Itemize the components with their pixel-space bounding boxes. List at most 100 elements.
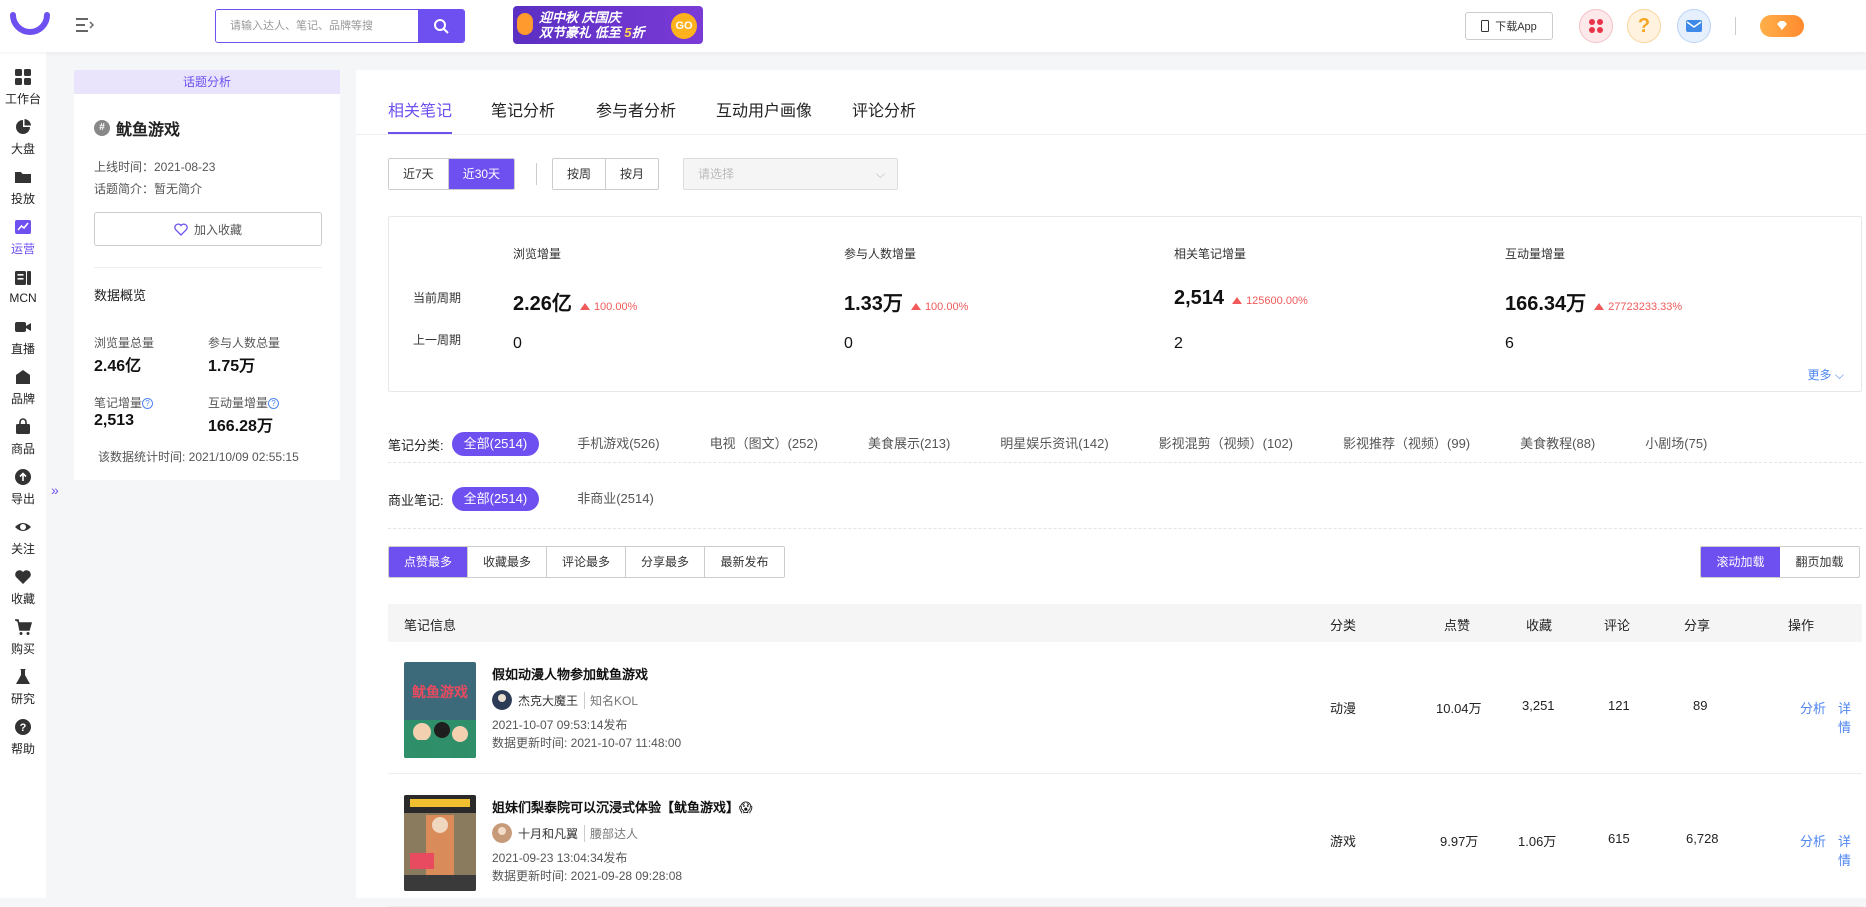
nav-item-live[interactable]: 直播 xyxy=(0,312,46,362)
kpi-current: 166.34万 27723233.33% xyxy=(1505,287,1682,316)
kpi-previous: 0 xyxy=(844,335,853,352)
add-favorite-button[interactable]: 加入收藏 xyxy=(94,212,322,246)
logo[interactable] xyxy=(9,9,51,43)
top-bar: 迎中秋 庆国庆 双节豪礼 低至 5折 GO 下载App ? xyxy=(0,0,1866,52)
nav-label: 运营 xyxy=(10,241,35,256)
nav-item-research[interactable]: 研究 xyxy=(0,662,46,712)
tab-user-portrait[interactable]: 互动用户画像 xyxy=(716,97,812,121)
up-arrow-icon xyxy=(1594,303,1605,310)
download-app-button[interactable]: 下载App xyxy=(1465,12,1553,40)
chevron-down-icon: ⌵ xyxy=(1834,368,1844,382)
period-month[interactable]: 按月 xyxy=(606,159,659,189)
category-chip[interactable]: 美食教程(88) xyxy=(1508,432,1607,456)
help-button[interactable]: ? xyxy=(1627,9,1661,43)
col-likes[interactable]: 点赞 xyxy=(1444,615,1470,634)
period-week[interactable]: 按周 xyxy=(553,159,607,189)
category-chip[interactable]: 电视（图文）(252) xyxy=(698,432,830,456)
avatar[interactable] xyxy=(492,823,512,843)
promo-banner[interactable]: 迎中秋 庆国庆 双节豪礼 低至 5折 GO xyxy=(513,6,703,44)
category-chip[interactable]: 小剧场(75) xyxy=(1633,432,1719,456)
nav-item-favorites[interactable]: 收藏 xyxy=(0,562,46,612)
analyze-link[interactable]: 分析 xyxy=(1800,831,1826,850)
author-name[interactable]: 十月和凡翼 xyxy=(518,825,578,842)
note-title[interactable]: 假如动漫人物参加鱿鱼游戏 xyxy=(492,664,648,683)
nav-item-help[interactable]: ? 帮助 xyxy=(0,712,46,762)
kpi-box: 当前周期 上一周期 浏览增量 2.26亿 100.00% 0 参与人数增量 1.3… xyxy=(388,216,1862,392)
kpi-value: 1.33万 xyxy=(844,293,903,315)
nav-item-delivery[interactable]: 投放 xyxy=(0,162,46,212)
analyze-link[interactable]: 分析 xyxy=(1800,698,1826,717)
nav-item-workbench[interactable]: 工作台 xyxy=(0,62,46,112)
cell-comments: 121 xyxy=(1608,698,1630,713)
category-chip[interactable]: 明星娱乐资讯(142) xyxy=(988,432,1120,456)
range-7d[interactable]: 近7天 xyxy=(389,159,449,189)
sort-most-shares[interactable]: 分享最多 xyxy=(626,547,705,577)
search-button[interactable] xyxy=(418,10,464,42)
kpi-current: 2.26亿 100.00% xyxy=(513,287,637,316)
col-comments[interactable]: 评论 xyxy=(1604,615,1630,634)
collapse-toggle-icon[interactable]: » xyxy=(51,482,65,508)
message-button[interactable] xyxy=(1677,9,1711,43)
category-chip[interactable]: 影视混剪（视频）(102) xyxy=(1147,432,1305,456)
category-chip[interactable]: 美食展示(213) xyxy=(856,432,962,456)
menu-toggle-icon[interactable] xyxy=(76,17,95,33)
vip-badge[interactable] xyxy=(1760,15,1804,37)
category-chip[interactable]: 影视推荐（视频）(99) xyxy=(1331,432,1482,456)
kpi-change: 125600.00% xyxy=(1246,295,1308,307)
table-row: 鱿鱼游戏 假如动漫人物参加鱿鱼游戏 杰克大魔王 知名KOL 2021-10-07… xyxy=(388,642,1862,774)
category-label: 笔记分类: xyxy=(388,437,444,453)
detail-link[interactable]: 详情 xyxy=(1838,698,1862,736)
category-chip[interactable]: 手机游戏(526) xyxy=(565,432,671,456)
col-shares[interactable]: 分享 xyxy=(1684,615,1710,634)
main-content: 相关笔记 笔记分析 参与者分析 互动用户画像 评论分析 近7天 近30天 按周 … xyxy=(356,70,1866,907)
question-icon[interactable]: ? xyxy=(268,398,280,409)
commercial-chip[interactable]: 全部(2514) xyxy=(451,487,540,511)
author-name[interactable]: 杰克大魔王 xyxy=(518,692,578,709)
sort-newest[interactable]: 最新发布 xyxy=(705,547,784,577)
kpi-current: 1.33万 100.00% xyxy=(844,287,968,316)
tab-related-notes[interactable]: 相关笔记 xyxy=(388,97,452,121)
detail-link[interactable]: 详情 xyxy=(1838,831,1862,869)
nav-item-mcn[interactable]: MCN xyxy=(0,262,46,312)
nav-item-operations[interactable]: 运营 xyxy=(0,212,46,262)
avatar[interactable] xyxy=(492,690,512,710)
mail-icon xyxy=(1686,20,1702,32)
nav-item-follow[interactable]: 关注 xyxy=(0,512,46,562)
nav-item-export[interactable]: 导出 xyxy=(0,462,46,512)
divider xyxy=(388,462,1862,463)
sort-most-comments[interactable]: 评论最多 xyxy=(547,547,626,577)
note-thumbnail[interactable] xyxy=(404,795,476,891)
load-paged[interactable]: 翻页加载 xyxy=(1780,547,1859,577)
stat-label: 浏览量总量 xyxy=(94,336,155,350)
nav-item-product[interactable]: 商品 xyxy=(0,412,46,462)
sort-most-likes[interactable]: 点赞最多 xyxy=(389,547,468,577)
download-app-label: 下载App xyxy=(1495,21,1537,33)
heart-outline-icon xyxy=(174,222,188,236)
apps-button[interactable] xyxy=(1579,9,1613,43)
tab-note-analysis[interactable]: 笔记分析 xyxy=(491,97,555,121)
divider xyxy=(94,267,322,268)
question-icon[interactable]: ? xyxy=(142,398,154,409)
search-input[interactable] xyxy=(216,10,418,42)
tab-participant-analysis[interactable]: 参与者分析 xyxy=(596,97,676,121)
category-chip[interactable]: 全部(2514) xyxy=(451,432,540,456)
col-collects[interactable]: 收藏 xyxy=(1526,615,1552,634)
range-filter: 近7天 近30天 xyxy=(388,158,516,190)
trend-icon xyxy=(15,219,31,234)
tab-comment-analysis[interactable]: 评论分析 xyxy=(852,97,916,121)
more-categories-button[interactable]: 更多 ⌵ xyxy=(1808,366,1844,383)
cell-likes: 10.04万 xyxy=(1436,701,1482,716)
grid-icon xyxy=(15,68,31,85)
load-scroll[interactable]: 滚动加载 xyxy=(1701,547,1780,577)
kpi-change: 100.00% xyxy=(593,301,638,313)
commercial-chip[interactable]: 非商业(2514) xyxy=(565,487,666,511)
note-title[interactable]: 姐妹们梨泰院可以沉浸式体验【鱿鱼游戏】😱 xyxy=(492,797,753,816)
nav-item-market[interactable]: 大盘 xyxy=(0,112,46,162)
range-30d[interactable]: 近30天 xyxy=(448,159,515,189)
up-arrow-icon xyxy=(579,303,590,310)
sort-most-collects[interactable]: 收藏最多 xyxy=(468,547,547,577)
nav-item-purchase[interactable]: 购买 xyxy=(0,612,46,662)
note-thumbnail[interactable]: 鱿鱼游戏 xyxy=(404,662,476,758)
nav-item-brand[interactable]: 品牌 xyxy=(0,362,46,412)
period-select[interactable]: 请选择 ⌵ xyxy=(683,158,898,190)
